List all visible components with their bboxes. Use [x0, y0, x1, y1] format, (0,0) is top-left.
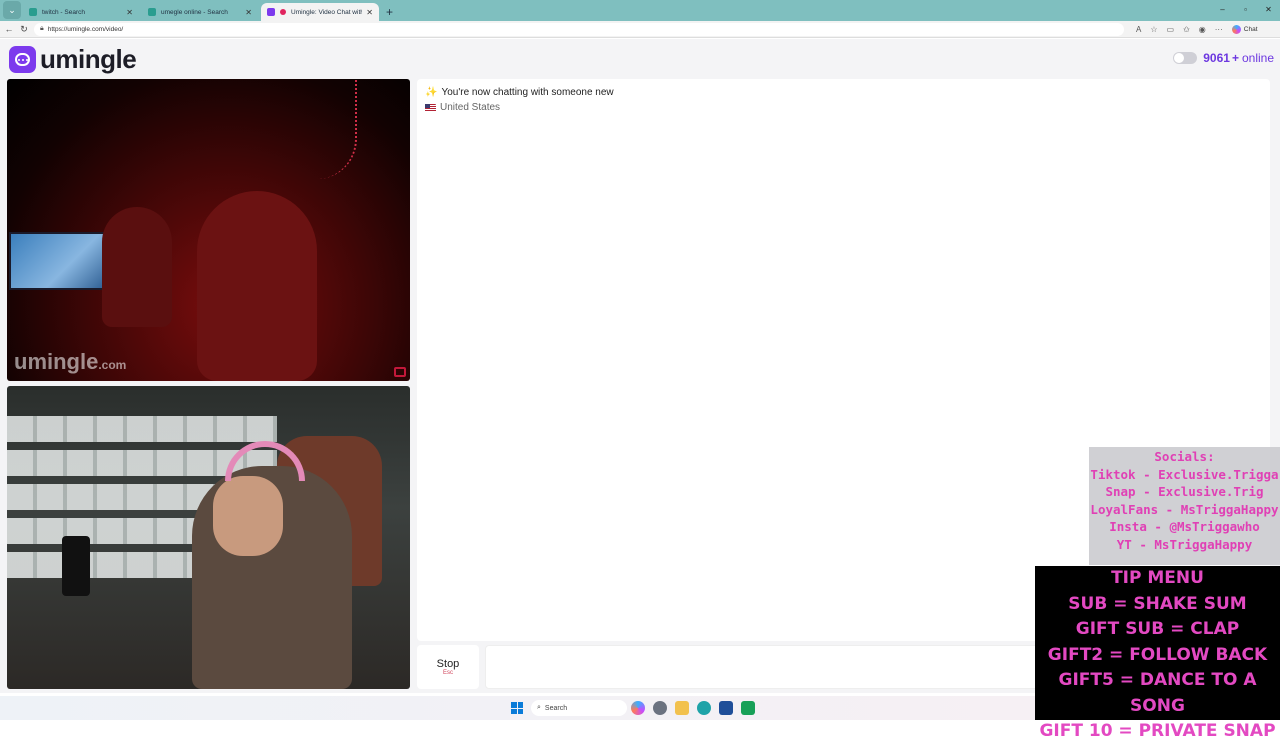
windows-start-icon[interactable] — [511, 702, 523, 714]
stop-label: Stop — [436, 658, 460, 670]
browser-tab-2[interactable]: umegle online - Search ✕ — [142, 3, 258, 21]
browser-tab-strip: ⌄ twitch - Search ✕ umegle online - Sear… — [0, 0, 1280, 21]
logo-wordmark: umingle — [40, 44, 137, 74]
close-window-button[interactable]: ✕ — [1257, 0, 1280, 20]
edge-browser-icon[interactable] — [697, 701, 711, 715]
refresh-icon[interactable]: ↻ — [18, 24, 30, 35]
split-screen-icon[interactable]: ▭ — [1167, 25, 1175, 34]
led-lights — [277, 79, 357, 179]
search-favicon-icon — [29, 8, 37, 16]
tab-actions-menu[interactable]: ⌄ — [3, 1, 21, 19]
socials-line: Socials: — [1154, 449, 1215, 464]
window-controls: – ▫ ✕ — [1211, 0, 1280, 20]
minimize-button[interactable]: – — [1211, 0, 1234, 20]
us-flag-icon — [425, 103, 436, 112]
online-count: 9061 — [1203, 51, 1230, 65]
stranger-person-left — [102, 207, 172, 327]
stranger-video: umingle.com — [7, 79, 410, 381]
file-explorer-icon[interactable] — [675, 701, 689, 715]
sneaker-shelf — [7, 416, 277, 442]
recording-icon — [280, 9, 286, 15]
stop-shortcut: Esc — [442, 670, 453, 676]
back-arrow-icon[interactable]: ← — [3, 24, 15, 34]
restore-button[interactable]: ▫ — [1234, 0, 1257, 20]
country-text: United States — [440, 102, 501, 113]
browser-tab-3[interactable]: Umingle: Video Chat with Stra ✕ — [261, 3, 379, 21]
socials-line: Insta - @MsTriggawho — [1109, 519, 1260, 534]
search-icon: ⌕ — [537, 704, 541, 711]
copilot-icon — [1231, 24, 1241, 34]
close-tab-icon[interactable]: ✕ — [126, 8, 133, 17]
umingle-favicon-icon — [267, 8, 275, 16]
favorites-icon[interactable]: ✩ — [1183, 25, 1190, 34]
sparkle-icon: ✨ — [425, 87, 438, 98]
chat-bubble-logo-icon — [9, 46, 36, 73]
chat-app-icon[interactable] — [741, 701, 755, 715]
socials-line: Snap - Exclusive.Trig — [1105, 484, 1264, 499]
more-options-icon[interactable]: ··· — [1215, 25, 1223, 34]
read-aloud-icon[interactable]: A — [1136, 25, 1141, 34]
tab-title: umegle online - Search — [161, 8, 228, 16]
url-text: https://umingle.com/video/ — [47, 25, 124, 33]
tip-menu-line: SUB = SHAKE SUM — [1068, 593, 1247, 614]
copilot-app-icon[interactable] — [631, 701, 645, 715]
profile-icon[interactable]: ◉ — [1199, 25, 1206, 34]
store-icon[interactable] — [719, 701, 733, 715]
microphone — [62, 536, 90, 596]
browser-tab-1[interactable]: twitch - Search ✕ — [23, 3, 139, 21]
address-bar: ← ↻ 🔒︎ https://umingle.com/video/ A ☆ ▭ … — [0, 21, 1280, 38]
taskbar-search[interactable]: ⌕ Search — [531, 700, 627, 716]
new-tab-button[interactable]: + — [386, 5, 393, 19]
tab-title: twitch - Search — [42, 8, 85, 16]
address-bar-actions: A ☆ ▭ ✩ ◉ ··· — [1136, 25, 1232, 34]
taskbar-search-text: Search — [544, 704, 568, 712]
tip-menu-line: GIFT5 = DANCE TO A SONG — [1058, 670, 1257, 716]
lock-icon[interactable]: 🔒︎ — [40, 25, 44, 33]
socials-line: LoyalFans - MsTriggaHappy — [1090, 501, 1279, 517]
tip-menu-line: GIFT2 = FOLLOW BACK — [1047, 644, 1268, 665]
search-favicon-icon — [148, 8, 156, 16]
system-message: ✨ You're now chatting with someone new — [425, 87, 614, 98]
close-tab-icon[interactable]: ✕ — [245, 8, 252, 17]
video-watermark: umingle.com — [14, 349, 127, 374]
settings-icon[interactable] — [653, 701, 667, 715]
self-video — [7, 386, 410, 689]
stranger-person-right — [197, 191, 317, 381]
online-plus: + — [1231, 51, 1239, 65]
socials-line: YT - MsTriggaHappy — [1116, 536, 1253, 552]
close-tab-icon[interactable]: ✕ — [366, 8, 373, 17]
favorite-star-icon[interactable]: ☆ — [1150, 25, 1157, 34]
windows-taskbar: ⌕ Search — [0, 696, 1035, 720]
streamer-face — [213, 476, 283, 556]
copilot-label: Chat — [1243, 25, 1258, 33]
stop-button[interactable]: Stop Esc — [417, 645, 479, 689]
background-monitor — [9, 232, 107, 290]
tip-menu-overlay: TIP MENU SUB = SHAKE SUM GIFT SUB = CLAP… — [1035, 566, 1280, 741]
tip-menu-line: TIP MENU — [1111, 568, 1204, 588]
copilot-chat-button[interactable]: Chat — [1231, 24, 1258, 34]
socials-overlay: Socials: Tiktok - Exclusive.Trigga Snap … — [1089, 447, 1280, 565]
theme-toggle[interactable] — [1173, 52, 1198, 64]
site-logo[interactable]: umingle — [9, 44, 137, 75]
url-field[interactable]: 🔒︎ https://umingle.com/video/ — [34, 22, 1124, 36]
socials-line: Tiktok - Exclusive.Trigga — [1090, 466, 1279, 482]
online-label: online — [1241, 51, 1274, 65]
online-indicator: 9061 + online — [1173, 51, 1274, 65]
report-camera-icon[interactable] — [394, 367, 406, 377]
tip-menu-line: GIFT 10 = PRIVATE SNAP — [1039, 721, 1276, 741]
status-message-text: You're now chatting with someone new — [441, 87, 614, 98]
tip-menu-line: GIFT SUB = CLAP — [1075, 619, 1240, 639]
tab-title: Umingle: Video Chat with Stra — [291, 8, 363, 16]
taskbar-apps — [631, 701, 763, 715]
stranger-country: United States — [425, 102, 500, 113]
